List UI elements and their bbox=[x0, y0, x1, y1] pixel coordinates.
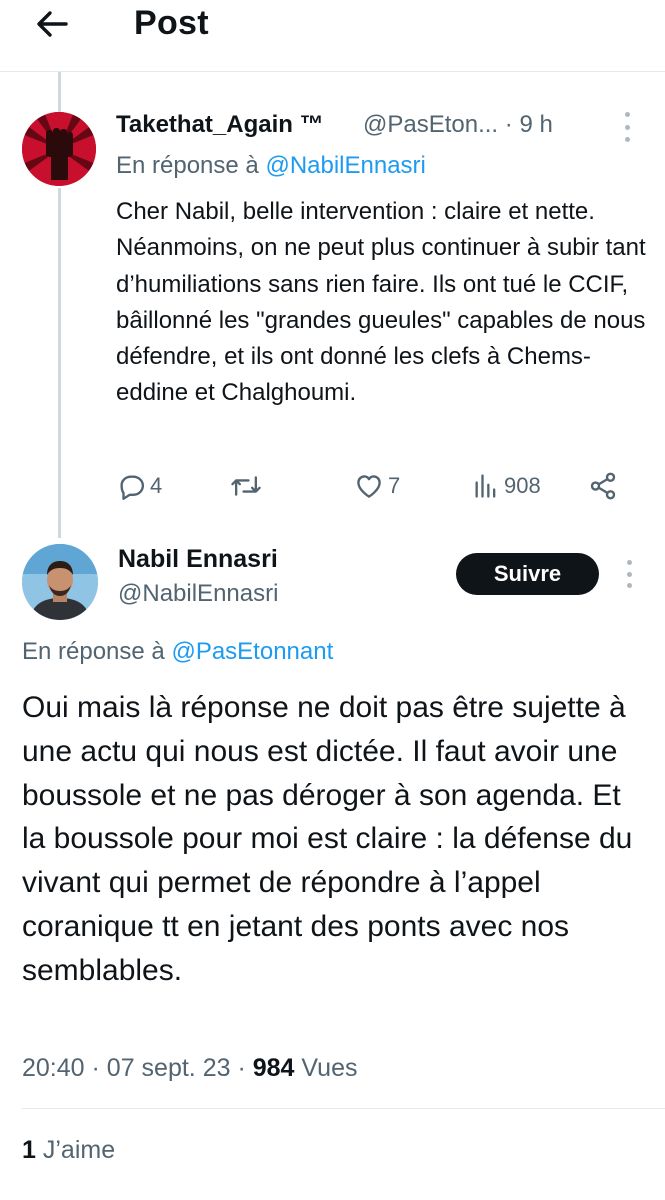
like-count: 7 bbox=[388, 473, 401, 498]
avatar[interactable] bbox=[22, 544, 98, 620]
share-icon bbox=[590, 472, 616, 500]
more-options-button[interactable] bbox=[616, 112, 638, 142]
more-options-button[interactable] bbox=[618, 560, 640, 588]
post-time: 9 h bbox=[519, 111, 553, 138]
profile-photo-icon bbox=[22, 544, 98, 620]
in-reply-prefix: En réponse à bbox=[22, 638, 165, 665]
separator: · bbox=[504, 111, 513, 138]
retweet-button[interactable] bbox=[230, 468, 266, 504]
in-reply-prefix: En réponse à bbox=[116, 152, 259, 179]
back-button[interactable] bbox=[32, 6, 72, 42]
top-bar: Post bbox=[0, 0, 665, 72]
author-handle[interactable]: @NabilEnnasri bbox=[118, 580, 278, 608]
page-title: Post bbox=[134, 4, 209, 42]
like-button[interactable]: 7 bbox=[354, 468, 400, 504]
views-count: 984 bbox=[252, 1054, 295, 1082]
reply-icon bbox=[120, 475, 145, 500]
thread-connector bbox=[58, 188, 61, 538]
dot bbox=[624, 137, 630, 142]
more-dots-icon bbox=[626, 560, 632, 565]
retweet-icon bbox=[231, 476, 261, 496]
post-date[interactable]: 07 sept. 23 bbox=[107, 1054, 231, 1082]
post-meta: 20:40 · 07 sept. 23 · 984 Vues bbox=[22, 1054, 357, 1083]
views-label: Vues bbox=[301, 1054, 358, 1082]
likes-count: 1 bbox=[22, 1136, 36, 1164]
tweet-text: Oui mais là réponse ne doit pas être suj… bbox=[22, 691, 633, 987]
post-time[interactable]: 20:40 bbox=[22, 1054, 85, 1082]
tweet-text: Cher Nabil, belle intervention : claire … bbox=[116, 198, 646, 407]
views-button[interactable]: 908 bbox=[472, 468, 541, 504]
arrow-left-icon bbox=[37, 11, 68, 37]
raised-fist-icon bbox=[22, 112, 96, 186]
separator: · bbox=[237, 1054, 253, 1082]
avatar[interactable] bbox=[22, 112, 96, 186]
share-button[interactable] bbox=[588, 468, 618, 504]
reply-count: 4 bbox=[150, 473, 163, 498]
heart-icon bbox=[357, 475, 381, 498]
author-name[interactable]: Nabil Ennasri bbox=[118, 545, 278, 574]
in-reply-to: En réponse à @NabilEnnasri bbox=[116, 152, 426, 180]
author-handle: @PasEton... bbox=[363, 111, 499, 138]
mention-link[interactable]: @NabilEnnasri bbox=[265, 152, 425, 179]
in-reply-to: En réponse à @PasEtonnant bbox=[22, 638, 333, 666]
view-count: 908 bbox=[504, 473, 541, 498]
reply-button[interactable]: 4 bbox=[116, 468, 162, 504]
divider bbox=[22, 1108, 665, 1109]
author-handle-time[interactable]: @PasEton... · 9 h bbox=[363, 111, 553, 139]
dot bbox=[624, 124, 630, 130]
more-dots-icon bbox=[624, 112, 630, 117]
likes-summary[interactable]: 1 J’aime bbox=[22, 1136, 115, 1165]
follow-button[interactable]: Suivre bbox=[456, 553, 599, 595]
action-bar: 4 7 908 bbox=[116, 468, 636, 504]
separator: · bbox=[91, 1054, 107, 1082]
dot bbox=[626, 571, 632, 577]
likes-label: J’aime bbox=[42, 1136, 116, 1164]
author-name[interactable]: Takethat_Again ™ bbox=[116, 111, 324, 139]
dot bbox=[626, 583, 632, 588]
mention-link[interactable]: @PasEtonnant bbox=[171, 638, 333, 665]
views-chart-icon bbox=[475, 474, 496, 498]
